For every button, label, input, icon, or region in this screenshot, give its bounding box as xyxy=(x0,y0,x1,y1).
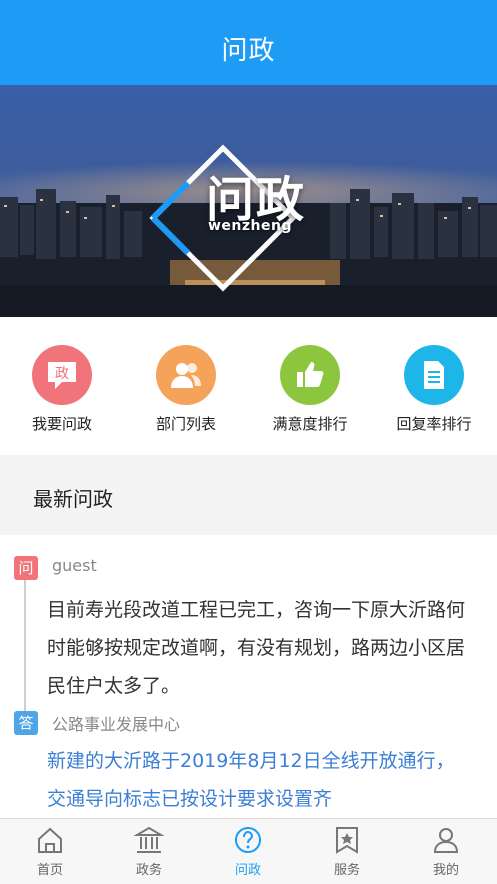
tab-label: 首页 xyxy=(36,863,63,878)
asker-name: guest xyxy=(52,556,97,575)
page-title: 问政 xyxy=(221,36,276,66)
quick-action-satisfaction-ranking[interactable]: 满意度排行 xyxy=(248,345,372,434)
answer-badge: 答 xyxy=(14,711,38,735)
question-text: 目前寿光段改道工程已完工，咨询一下原大沂路何时能够按规定改道啊，有没有规划，路两… xyxy=(47,599,466,697)
thumbs-up-icon xyxy=(280,345,340,405)
section-title: 最新问政 xyxy=(33,487,113,511)
department-name: 公路事业发展中心 xyxy=(52,715,181,734)
svg-text:政: 政 xyxy=(55,366,69,382)
tab-services[interactable]: 服务 xyxy=(307,825,387,878)
home-icon xyxy=(38,827,62,853)
quick-action-label: 满意度排行 xyxy=(272,415,348,433)
timeline-divider xyxy=(24,563,26,723)
quick-action-ask[interactable]: 政 我要问政 xyxy=(0,345,124,434)
quick-action-label: 我要问政 xyxy=(31,415,92,433)
star-bookmark-icon xyxy=(336,827,358,854)
app-header: 问政 xyxy=(0,0,497,85)
section-header: 最新问政 xyxy=(0,455,497,535)
question-badge: 问 xyxy=(14,556,38,580)
document-icon xyxy=(404,345,464,405)
tab-label: 问政 xyxy=(234,863,261,878)
user-icon xyxy=(433,828,459,853)
tab-government[interactable]: 政务 xyxy=(109,825,189,878)
qa-list-item[interactable]: 问 guest 目前寿光段改道工程已完工，咨询一下原大沂路何时能够按规定改道啊，… xyxy=(0,535,497,818)
quick-action-departments[interactable]: 部门列表 xyxy=(124,345,248,434)
answer-text: 新建的大沂路于2019年8月12日全线开放通行，交通导向标志已按设计要求设置齐 xyxy=(47,750,455,810)
quick-action-label: 回复率排行 xyxy=(396,415,472,433)
banner-image[interactable]: 问政 wenzheng xyxy=(0,85,497,317)
question-icon xyxy=(235,827,261,853)
tab-label: 我的 xyxy=(432,863,459,878)
tab-mine[interactable]: 我的 xyxy=(406,825,486,878)
ask-icon: 政 xyxy=(32,345,92,405)
tab-home[interactable]: 首页 xyxy=(10,825,90,878)
government-icon xyxy=(134,826,164,853)
tab-label: 服务 xyxy=(333,863,360,878)
bottom-tab-bar: 首页 政务 问政 服务 我的 xyxy=(0,818,497,884)
banner-logo-subtext: wenzheng xyxy=(208,218,292,234)
quick-action-reply-ranking[interactable]: 回复率排行 xyxy=(372,345,496,434)
quick-actions: 政 我要问政 部门列表 满意度排行 回复率排行 xyxy=(0,317,497,455)
tab-wenzheng[interactable]: 问政 xyxy=(208,825,288,878)
quick-action-label: 部门列表 xyxy=(155,415,216,433)
tab-label: 政务 xyxy=(135,863,162,878)
people-icon xyxy=(156,345,216,405)
